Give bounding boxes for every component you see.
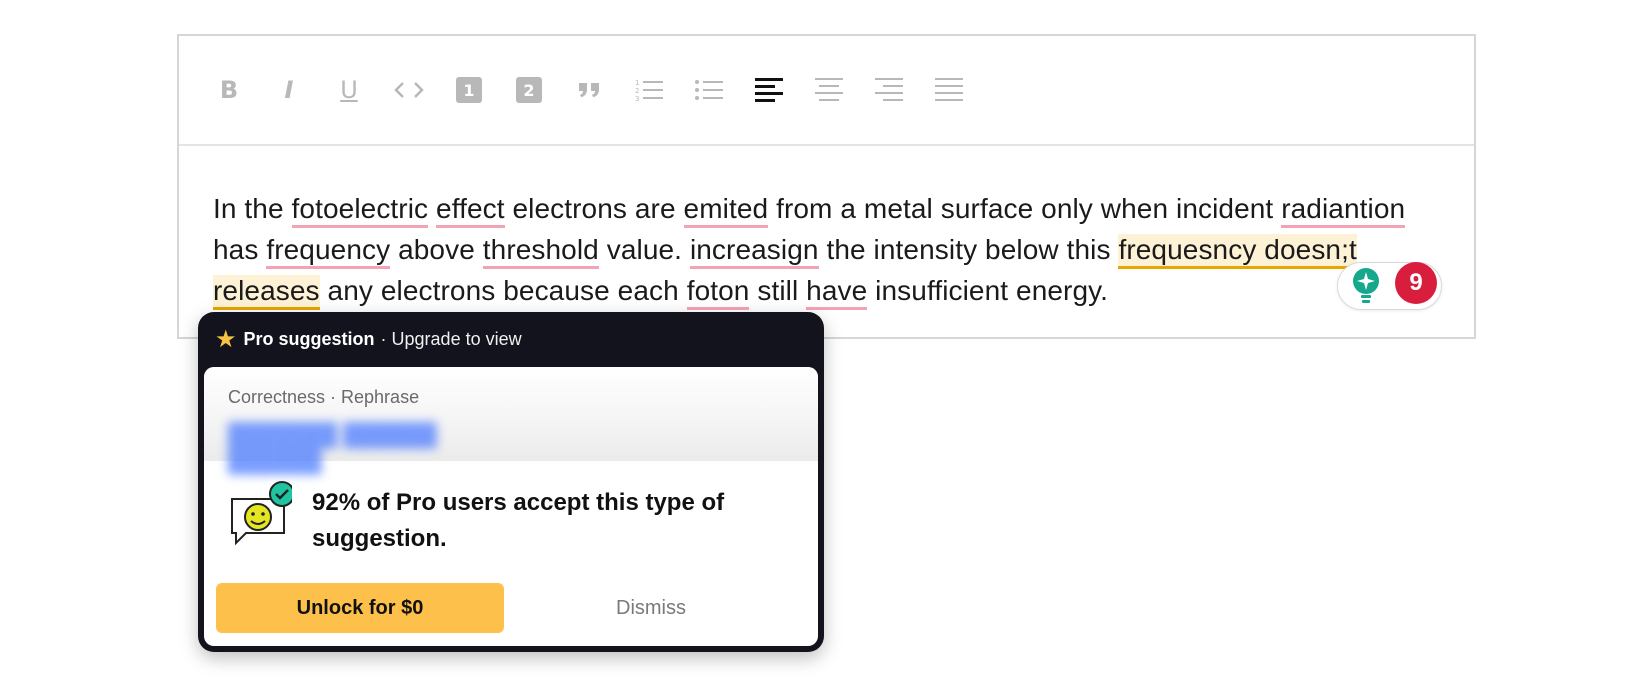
underline-button[interactable]: U <box>329 70 369 110</box>
align-right-icon <box>875 78 903 101</box>
lightbulb-icon <box>1353 268 1379 303</box>
heading-1-icon: 1 <box>456 77 482 103</box>
pro-suggestion-popup: ★ Pro suggestion · Upgrade to view Corre… <box>198 312 824 652</box>
ordered-list-button[interactable]: 123 <box>629 70 669 110</box>
star-icon: ★ <box>215 325 237 353</box>
quote-icon <box>579 83 599 97</box>
flagged-word[interactable]: fotoelectric <box>291 193 429 228</box>
flagged-word[interactable]: threshold <box>482 234 599 269</box>
text-run: has <box>213 234 267 265</box>
flagged-word[interactable]: radiantion <box>1281 193 1406 228</box>
acceptance-stat-text: 92% of Pro users accept this type of sug… <box>312 489 725 552</box>
heading-1-button[interactable]: 1 <box>449 70 489 110</box>
popup-title: Pro suggestion <box>243 328 375 349</box>
bold-icon: B <box>219 76 239 104</box>
popup-actions: Unlock for $0 Dismiss <box>216 583 716 633</box>
text-run: In the <box>213 193 292 224</box>
quote-button[interactable] <box>569 70 609 110</box>
flagged-word[interactable]: emited <box>683 193 769 228</box>
italic-icon: I <box>284 76 294 104</box>
blurred-suggestion: ███████ ██████ ██████ <box>228 422 437 473</box>
flagged-word[interactable]: increasign <box>689 234 819 269</box>
text-run: electrons are <box>504 193 684 224</box>
happy-chat-icon <box>231 481 292 546</box>
flagged-word[interactable]: have <box>806 275 868 310</box>
popup-body: Correctness · Rephrase ███████ ██████ ██… <box>204 367 818 646</box>
unlock-button[interactable]: Unlock for $0 <box>216 583 504 633</box>
popup-subtitle[interactable]: · Upgrade to view <box>381 329 522 350</box>
dismiss-button[interactable]: Dismiss <box>586 583 716 633</box>
text-run: any electrons because each <box>319 275 687 306</box>
code-icon <box>394 82 424 98</box>
issue-count-badge[interactable]: 9 <box>1395 262 1437 304</box>
suggestion-category: Correctness · Rephrase <box>228 387 420 407</box>
text-run: the intensity below this <box>818 234 1119 265</box>
bold-button[interactable]: B <box>209 70 249 110</box>
align-center-icon <box>815 78 843 101</box>
align-center-button[interactable] <box>809 70 849 110</box>
heading-2-button[interactable]: 2 <box>509 70 549 110</box>
svg-text:2: 2 <box>523 81 534 100</box>
heading-2-icon: 2 <box>516 77 542 103</box>
code-button[interactable] <box>389 70 429 110</box>
italic-button[interactable]: I <box>269 70 309 110</box>
acceptance-stat: 92% of Pro users accept this type of sug… <box>204 461 818 557</box>
align-justify-button[interactable] <box>929 70 969 110</box>
svg-text:1: 1 <box>635 79 639 87</box>
text-run <box>428 193 436 224</box>
align-left-button[interactable] <box>749 70 789 110</box>
document-text[interactable]: In the fotoelectric effect electrons are… <box>179 146 1474 311</box>
formatting-toolbar: B I U 1 2 123 <box>179 36 1474 146</box>
ordered-list-icon: 123 <box>635 79 663 102</box>
text-run: still <box>749 275 807 306</box>
svg-text:3: 3 <box>635 95 639 102</box>
svg-text:2: 2 <box>635 87 639 95</box>
text-run: insufficient energy. <box>867 275 1109 306</box>
bullet-list-icon <box>695 80 723 100</box>
underline-icon: U <box>340 76 358 104</box>
locked-suggestion-preview: Correctness · Rephrase ███████ ██████ ██… <box>204 367 818 473</box>
popup-header: ★ Pro suggestion · Upgrade to view <box>198 312 824 366</box>
text-run: from a metal surface only when incident <box>768 193 1282 224</box>
align-justify-icon <box>935 78 963 101</box>
align-right-button[interactable] <box>869 70 909 110</box>
text-run: value. <box>598 234 690 265</box>
bullet-list-button[interactable] <box>689 70 729 110</box>
flagged-word[interactable]: foton <box>686 275 750 310</box>
editor: B I U 1 2 123 In the fotoelectric effect… <box>177 34 1476 339</box>
text-run: above <box>390 234 483 265</box>
writing-assistant-widget[interactable]: 9 <box>1337 262 1442 310</box>
align-left-icon <box>755 78 783 102</box>
flagged-word[interactable]: effect <box>436 193 505 228</box>
svg-text:1: 1 <box>463 81 474 100</box>
flagged-word[interactable]: frequency <box>266 234 391 269</box>
